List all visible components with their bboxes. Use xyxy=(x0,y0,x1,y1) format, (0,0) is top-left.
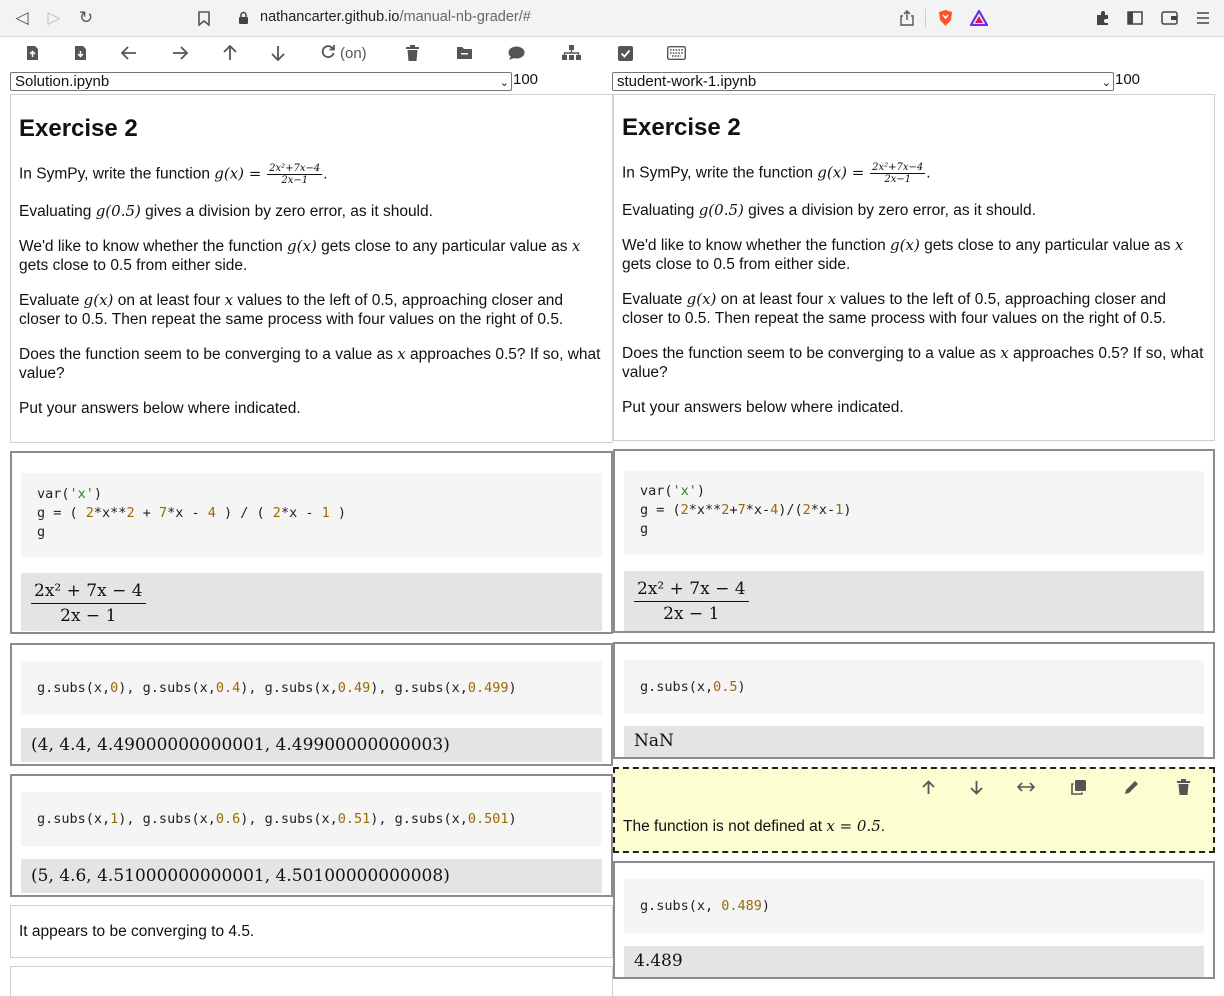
left-notebook-name: Solution.ipynb xyxy=(15,73,110,90)
menu-icon[interactable] xyxy=(1194,9,1212,27)
right-markdown-cell[interactable]: Exercise 2 In SymPy, write the function … xyxy=(613,94,1215,441)
exercise-paragraph-4: Evaluate g(x) on at least four x values … xyxy=(622,290,1167,327)
chevron-down-icon: ⌄ xyxy=(499,76,509,89)
share-icon[interactable] xyxy=(898,9,916,27)
bookmark-icon[interactable] xyxy=(194,8,214,28)
url-host: nathancarter.github.io xyxy=(260,9,400,25)
exercise-paragraph-5: Does the function seem to be converging … xyxy=(622,344,1204,381)
arrow-left-icon[interactable] xyxy=(119,43,139,63)
code-output: 2x² + 7x − 4 2x − 1 xyxy=(21,573,602,631)
right-code-cell-3[interactable]: g.subs(x, 0.489) 4.489 xyxy=(613,861,1215,979)
comment-cell-tools xyxy=(615,777,1215,797)
right-code-cell-1[interactable]: var('x') g = (2*x**2+7*x-4)/(2*x-1) g 2x… xyxy=(613,449,1215,633)
code-input[interactable]: g.subs(x,0.5) xyxy=(624,660,1204,714)
right-comment-cell[interactable]: The function is not defined at x = 0.5. xyxy=(613,767,1215,853)
arrow-right-icon[interactable] xyxy=(170,43,190,63)
reload-icon[interactable]: ↻ xyxy=(76,8,96,28)
copy-icon[interactable] xyxy=(1067,777,1089,797)
code-input[interactable]: g.subs(x, 0.489) xyxy=(624,879,1204,933)
exercise-title: Exercise 2 xyxy=(622,114,741,141)
checkbox-icon[interactable] xyxy=(617,43,633,63)
exercise-paragraph-5: Does the function seem to be converging … xyxy=(19,345,601,382)
resize-horizontal-icon[interactable] xyxy=(1015,777,1037,797)
wallet-icon[interactable] xyxy=(1160,9,1178,27)
exercise-paragraph-1: In SymPy, write the function g(x) = 2x²+… xyxy=(622,162,931,185)
extensions-icon[interactable] xyxy=(1094,9,1112,27)
answer-text: It appears to be converging to 4.5. xyxy=(19,923,255,940)
arrow-up-icon[interactable] xyxy=(220,43,240,63)
download-file-icon[interactable] xyxy=(72,43,88,63)
output-denominator: 2x − 1 xyxy=(60,606,117,626)
exercise-title: Exercise 2 xyxy=(19,115,138,142)
code-input[interactable]: var('x') g = ( 2*x**2 + 7*x - 4 ) / ( 2*… xyxy=(21,473,602,557)
right-notebook-select[interactable]: student-work-1.ipynb ⌄ xyxy=(612,72,1114,91)
exercise-paragraph-6: Put your answers below where indicated. xyxy=(622,399,904,416)
left-notebook-select[interactable]: Solution.ipynb ⌄ xyxy=(10,72,512,91)
comment-text: The function is not defined at x = 0.5. xyxy=(623,817,886,835)
code-output: (4, 4.4, 4.49000000000001, 4.49900000000… xyxy=(21,728,602,762)
back-icon[interactable]: ◁ xyxy=(12,8,32,28)
code-output: (5, 4.6, 4.51000000000001, 4.50100000000… xyxy=(21,859,602,893)
brave-shield-icon[interactable] xyxy=(936,9,954,27)
hierarchy-icon[interactable] xyxy=(561,43,581,63)
left-code-cell-2[interactable]: g.subs(x,0), g.subs(x,0.4), g.subs(x,0.4… xyxy=(10,643,613,766)
lock-icon xyxy=(238,11,249,30)
right-zoom-value: 100 xyxy=(1115,71,1141,88)
code-output: 4.489 xyxy=(624,946,1204,977)
address-bar[interactable]: nathancarter.github.io/manual-nb-grader/… xyxy=(228,5,1012,31)
exercise-paragraph-6: Put your answers below where indicated. xyxy=(19,400,301,417)
left-markdown-cell[interactable]: Exercise 2 In SymPy, write the function … xyxy=(10,94,613,443)
chrome-divider xyxy=(925,9,926,27)
app-toolbar: (on) xyxy=(0,37,1224,69)
left-next-cell[interactable] xyxy=(10,966,613,996)
trash-icon[interactable] xyxy=(404,43,420,63)
code-input[interactable]: var('x') g = (2*x**2+7*x-4)/(2*x-1) g xyxy=(624,471,1204,555)
autosave-label: (on) xyxy=(340,44,367,62)
code-output: NaN xyxy=(624,726,1204,757)
move-down-icon[interactable] xyxy=(965,777,987,797)
code-output: 2x² + 7x − 4 2x − 1 xyxy=(624,571,1204,631)
arrow-down-icon[interactable] xyxy=(268,43,288,63)
code-input[interactable]: g.subs(x,0), g.subs(x,0.4), g.subs(x,0.4… xyxy=(21,661,602,715)
left-zoom-value: 100 xyxy=(513,71,539,88)
move-up-icon[interactable] xyxy=(917,777,939,797)
url-text: nathancarter.github.io/manual-nb-grader/… xyxy=(260,9,531,25)
left-code-cell-3[interactable]: g.subs(x,1), g.subs(x,0.6), g.subs(x,0.5… xyxy=(10,774,613,897)
comment-icon[interactable] xyxy=(507,43,525,63)
output-denominator: 2x − 1 xyxy=(663,604,720,624)
delete-icon[interactable] xyxy=(1172,777,1194,797)
code-input[interactable]: g.subs(x,1), g.subs(x,0.6), g.subs(x,0.5… xyxy=(21,792,602,846)
left-answer-markdown-cell[interactable]: It appears to be converging to 4.5. xyxy=(10,905,613,958)
exercise-paragraph-1: In SymPy, write the function g(x) = 2x²+… xyxy=(19,163,328,186)
url-path: /manual-nb-grader/# xyxy=(399,9,531,25)
keyboard-icon[interactable] xyxy=(666,43,686,63)
sidebar-icon[interactable] xyxy=(1126,9,1144,27)
left-code-cell-1[interactable]: var('x') g = ( 2*x**2 + 7*x - 4 ) / ( 2*… xyxy=(10,451,613,634)
autosave-toggle[interactable]: (on) xyxy=(320,43,367,63)
exercise-paragraph-4: Evaluate g(x) on at least four x values … xyxy=(19,291,564,328)
edit-pencil-icon[interactable] xyxy=(1120,777,1142,797)
chevron-down-icon: ⌄ xyxy=(1101,76,1111,89)
exercise-paragraph-2: Evaluating g(0.5) gives a division by ze… xyxy=(19,202,433,220)
forward-icon[interactable]: ▷ xyxy=(44,8,64,28)
upload-file-icon[interactable] xyxy=(24,43,40,63)
exercise-paragraph-3: We'd like to know whether the function g… xyxy=(19,237,581,274)
exercise-paragraph-2: Evaluating g(0.5) gives a division by ze… xyxy=(622,201,1036,219)
brave-rewards-icon[interactable] xyxy=(970,9,988,27)
right-code-cell-2[interactable]: g.subs(x,0.5) NaN xyxy=(613,642,1215,759)
folder-icon[interactable] xyxy=(455,43,473,63)
output-numerator: 2x² + 7x − 4 xyxy=(31,580,146,604)
right-notebook-name: student-work-1.ipynb xyxy=(617,73,757,90)
exercise-paragraph-3: We'd like to know whether the function g… xyxy=(622,236,1184,273)
refresh-icon xyxy=(320,43,336,63)
browser-chrome: ◁ ▷ ↻ nathancarter.github.io/manual-nb-g… xyxy=(0,0,1224,37)
output-numerator: 2x² + 7x − 4 xyxy=(634,578,749,602)
